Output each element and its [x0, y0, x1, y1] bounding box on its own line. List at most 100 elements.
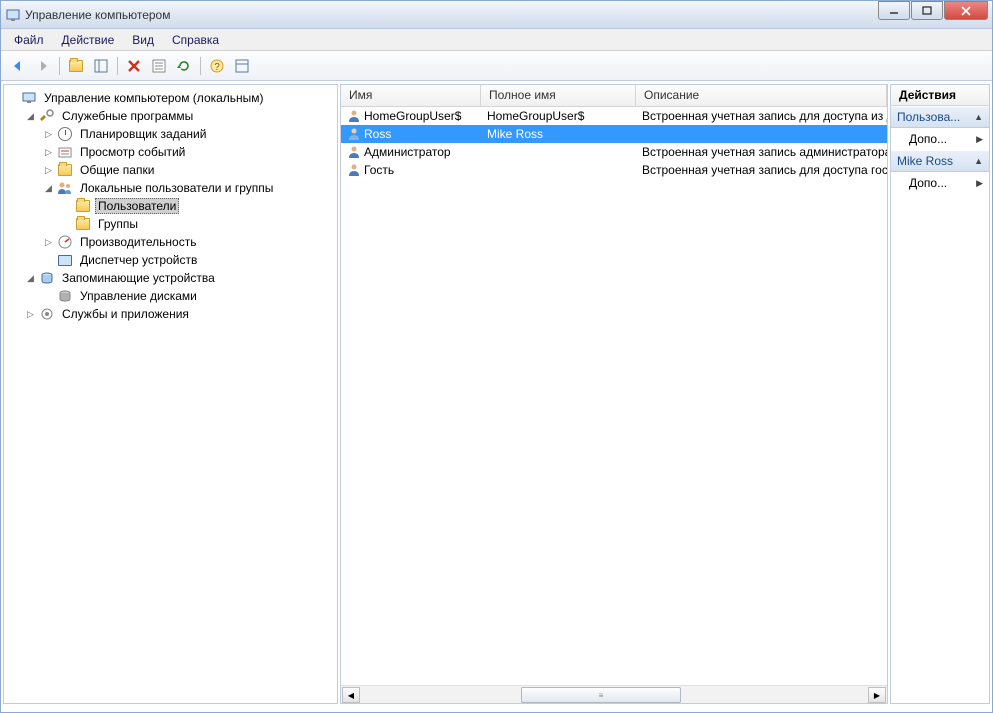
- list-header: Имя Полное имя Описание: [341, 85, 887, 107]
- help-button[interactable]: ?: [206, 55, 228, 77]
- user-icon: [347, 127, 361, 141]
- cell-description: Встроенная учетная запись для доступа го…: [636, 163, 887, 177]
- cell-name: Ross: [364, 127, 391, 141]
- tools-icon: [39, 108, 55, 124]
- tree-label-system-tools: Служебные программы: [59, 108, 196, 124]
- actions-panel: Действия Пользова... ▲ Допо... ▶ Mike Ro…: [890, 84, 990, 704]
- list-row[interactable]: Гость Встроенная учетная запись для дост…: [341, 161, 887, 179]
- tree-performance[interactable]: ▷ Производительность: [42, 233, 335, 251]
- user-icon: [347, 163, 361, 177]
- column-full-name[interactable]: Полное имя: [481, 85, 636, 106]
- user-icon: [347, 145, 361, 159]
- tree-event-viewer[interactable]: ▷ Просмотр событий: [42, 143, 335, 161]
- tree-disk-management[interactable]: Управление дисками: [42, 287, 335, 305]
- tree-shared-folders[interactable]: ▷ Общие папки: [42, 161, 335, 179]
- expander-icon[interactable]: ◢: [42, 182, 55, 195]
- delete-button[interactable]: [123, 55, 145, 77]
- show-hide-tree-button[interactable]: [90, 55, 112, 77]
- close-button[interactable]: [944, 1, 988, 20]
- tree-label-performance: Производительность: [77, 234, 199, 250]
- chevron-up-icon: ▲: [974, 112, 983, 122]
- cell-full-name: Mike Ross: [481, 127, 636, 141]
- tree-storage[interactable]: ◢ Запоминающие устройства: [24, 269, 335, 287]
- tree-local-users[interactable]: ◢ Локальные пользователи и группы: [42, 179, 335, 197]
- tree-label-local-users: Локальные пользователи и группы: [77, 180, 276, 196]
- properties-button[interactable]: [148, 55, 170, 77]
- cell-description: Встроенная учетная запись для доступа из…: [636, 109, 887, 123]
- actions-item-label: Допо...: [909, 132, 947, 146]
- expander-icon[interactable]: ▷: [24, 308, 37, 321]
- actions-item-label: Допо...: [909, 176, 947, 190]
- menu-action[interactable]: Действие: [53, 30, 124, 50]
- tree-panel[interactable]: Управление компьютером (локальным) ◢ Слу…: [3, 84, 338, 704]
- actions-item-more-1[interactable]: Допо... ▶: [891, 128, 989, 150]
- computer-icon: [21, 90, 37, 106]
- tree-task-scheduler[interactable]: ▷ Планировщик заданий: [42, 125, 335, 143]
- shared-folder-icon: [57, 162, 73, 178]
- disk-icon: [57, 288, 73, 304]
- tree-label-services-apps: Службы и приложения: [59, 306, 192, 322]
- user-icon: [347, 109, 361, 123]
- scroll-thumb[interactable]: ≡: [521, 687, 681, 703]
- tree-device-manager[interactable]: Диспетчер устройств: [42, 251, 335, 269]
- horizontal-scrollbar[interactable]: ◀ ≡ ▶: [341, 685, 887, 703]
- tree-label-groups: Группы: [95, 216, 141, 232]
- app-icon: [5, 7, 21, 23]
- users-group-icon: [57, 180, 73, 196]
- folder-icon: [75, 216, 91, 232]
- event-viewer-icon: [57, 144, 73, 160]
- actions-section-users[interactable]: Пользова... ▲: [891, 106, 989, 128]
- tree-users[interactable]: Пользователи: [60, 197, 335, 215]
- cell-name: Гость: [364, 163, 394, 177]
- list-panel: Имя Полное имя Описание HomeGroupUser$ H…: [340, 84, 888, 704]
- device-manager-icon: [57, 252, 73, 268]
- actions-section-selected[interactable]: Mike Ross ▲: [891, 150, 989, 172]
- minimize-button[interactable]: [878, 1, 910, 20]
- tree-services-apps[interactable]: ▷ Службы и приложения: [24, 305, 335, 323]
- export-list-button[interactable]: [231, 55, 253, 77]
- expander-icon[interactable]: ▷: [42, 164, 55, 177]
- menu-help[interactable]: Справка: [163, 30, 228, 50]
- tree-system-tools[interactable]: ◢ Служебные программы: [24, 107, 335, 125]
- menu-file[interactable]: Файл: [5, 30, 53, 50]
- tree-root[interactable]: Управление компьютером (локальным): [6, 89, 335, 107]
- performance-icon: [57, 234, 73, 250]
- expander-icon[interactable]: ◢: [24, 272, 37, 285]
- services-icon: [39, 306, 55, 322]
- tree-groups[interactable]: Группы: [60, 215, 335, 233]
- svg-text:?: ?: [214, 62, 220, 73]
- forward-button[interactable]: [32, 55, 54, 77]
- list-body[interactable]: HomeGroupUser$ HomeGroupUser$ Встроенная…: [341, 107, 887, 685]
- tree-label-shared-folders: Общие папки: [77, 162, 157, 178]
- scroll-left-button[interactable]: ◀: [342, 687, 360, 703]
- clock-icon: [57, 126, 73, 142]
- scroll-right-button[interactable]: ▶: [868, 687, 886, 703]
- refresh-button[interactable]: [173, 55, 195, 77]
- actions-item-more-2[interactable]: Допо... ▶: [891, 172, 989, 194]
- list-row[interactable]: HomeGroupUser$ HomeGroupUser$ Встроенная…: [341, 107, 887, 125]
- expander-icon[interactable]: ▷: [42, 236, 55, 249]
- expander-icon[interactable]: ◢: [24, 110, 37, 123]
- cell-name: Администратор: [364, 145, 451, 159]
- up-level-button[interactable]: [65, 55, 87, 77]
- column-description[interactable]: Описание: [636, 85, 887, 106]
- actions-section-label: Пользова...: [897, 110, 960, 124]
- tree-label-users: Пользователи: [95, 198, 179, 214]
- menu-view[interactable]: Вид: [123, 30, 163, 50]
- expander-icon[interactable]: ▷: [42, 146, 55, 159]
- cell-full-name: HomeGroupUser$: [481, 109, 636, 123]
- maximize-button[interactable]: [911, 1, 943, 20]
- list-row[interactable]: Администратор Встроенная учетная запись …: [341, 143, 887, 161]
- list-row[interactable]: Ross Mike Ross: [341, 125, 887, 143]
- tree-label-event-viewer: Просмотр событий: [77, 144, 188, 160]
- column-name[interactable]: Имя: [341, 85, 481, 106]
- chevron-up-icon: ▲: [974, 156, 983, 166]
- cell-name: HomeGroupUser$: [364, 109, 461, 123]
- expander-icon[interactable]: ▷: [42, 128, 55, 141]
- menu-bar: Файл Действие Вид Справка: [1, 29, 992, 51]
- tree-root-label: Управление компьютером (локальным): [41, 90, 267, 106]
- tree-label-disk-management: Управление дисками: [77, 288, 200, 304]
- back-button[interactable]: [7, 55, 29, 77]
- actions-header: Действия: [891, 85, 989, 106]
- storage-icon: [39, 270, 55, 286]
